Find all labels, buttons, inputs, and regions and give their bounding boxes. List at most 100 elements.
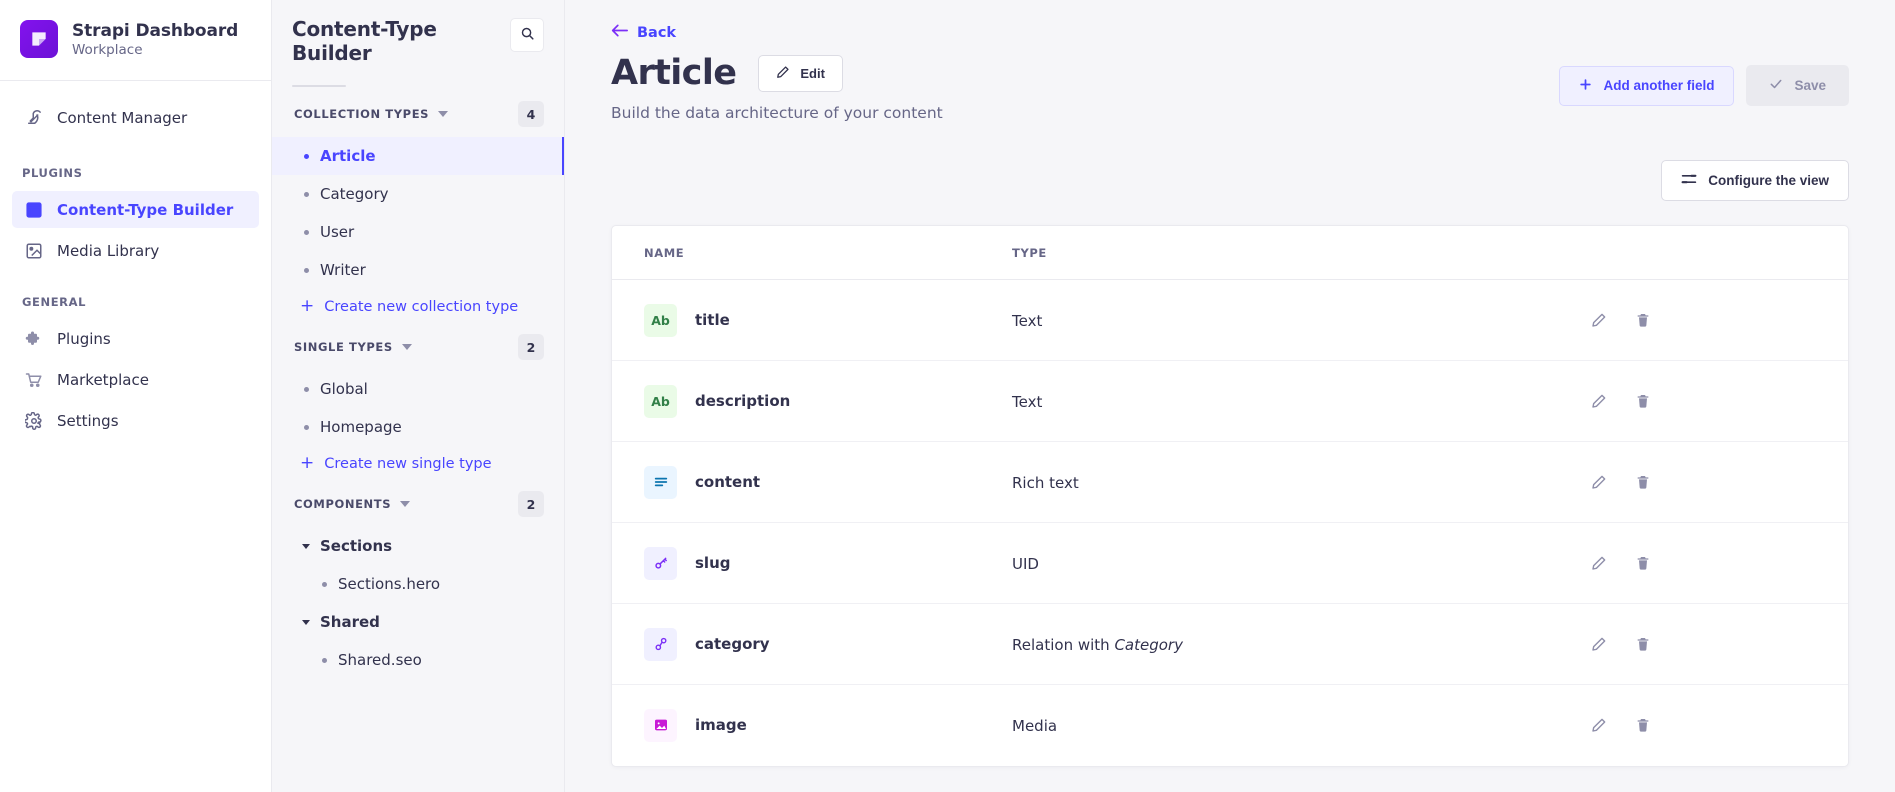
sidebar-item-media-library[interactable]: Media Library bbox=[12, 232, 259, 269]
nav-scroll: Content Manager PLUGINS Content-Type Bui… bbox=[0, 81, 271, 792]
table-row[interactable]: category Relation with Category bbox=[612, 603, 1848, 685]
subnav-header: Content-Type Builder bbox=[272, 0, 564, 91]
page-subtitle: Build the data architecture of your cont… bbox=[611, 104, 943, 122]
delete-field-button[interactable] bbox=[1634, 392, 1652, 410]
brand-title: Strapi Dashboard bbox=[72, 20, 239, 41]
table-head: NAME TYPE bbox=[612, 226, 1848, 280]
bullet-icon bbox=[304, 229, 309, 235]
table-body: Ab title Text Ab description Text content Rich … bbox=[612, 279, 1848, 766]
table-row[interactable]: Ab description Text bbox=[612, 360, 1848, 442]
chevron-down-icon bbox=[401, 344, 412, 351]
nav-section-label-plugins: PLUGINS bbox=[22, 166, 83, 180]
single-type-global[interactable]: Global bbox=[272, 370, 564, 408]
edit-field-button[interactable] bbox=[1590, 311, 1608, 329]
component-group-sections[interactable]: Sections bbox=[272, 527, 564, 565]
strapi-logo-icon bbox=[20, 20, 58, 58]
sidebar-item-content-type-builder[interactable]: Content-Type Builder bbox=[12, 191, 259, 228]
bullet-icon bbox=[304, 267, 309, 273]
app-root: Strapi Dashboard Workplace Content Manag… bbox=[0, 0, 1895, 792]
divider bbox=[292, 85, 346, 88]
field-type-label: Media bbox=[1012, 716, 1058, 735]
group-title: COMPONENTS bbox=[294, 497, 392, 512]
create-new-single-type-link[interactable]: + Create new single type bbox=[272, 446, 564, 481]
edit-field-button[interactable] bbox=[1590, 392, 1608, 410]
cell-field-name: image bbox=[612, 685, 1012, 766]
save-label: Save bbox=[1794, 78, 1826, 93]
add-another-field-button[interactable]: Add another field bbox=[1559, 65, 1735, 106]
plus-icon bbox=[1579, 78, 1592, 94]
delete-field-button[interactable] bbox=[1634, 716, 1652, 734]
component-sections-hero[interactable]: Sections.hero bbox=[272, 565, 564, 603]
sidebar-item-label: Settings bbox=[57, 411, 119, 430]
cell-row-actions bbox=[1572, 603, 1848, 685]
delete-field-button[interactable] bbox=[1634, 554, 1652, 572]
sidebar-item-settings[interactable]: Settings bbox=[12, 402, 259, 439]
configure-row: Configure the view bbox=[565, 122, 1895, 201]
chevron-down-icon bbox=[302, 543, 310, 549]
table-row[interactable]: slug UID bbox=[612, 522, 1848, 604]
bullet-icon bbox=[322, 581, 327, 587]
group-components[interactable]: COMPONENTS 2 bbox=[272, 481, 564, 527]
back-label: Back bbox=[637, 24, 677, 41]
chevron-down-icon bbox=[302, 619, 310, 625]
save-button[interactable]: Save bbox=[1746, 65, 1849, 106]
puzzle-icon bbox=[24, 329, 43, 348]
cell-field-name: Ab title bbox=[612, 279, 1012, 361]
field-type-icon-uid bbox=[644, 546, 677, 580]
cell-field-type: UID bbox=[1012, 522, 1572, 604]
table-row[interactable]: Ab title Text bbox=[612, 279, 1848, 361]
field-name-label: category bbox=[695, 635, 770, 653]
create-new-collection-type-link[interactable]: + Create new collection type bbox=[272, 289, 564, 324]
edit-field-button[interactable] bbox=[1590, 473, 1608, 491]
collection-type-label: Article bbox=[320, 147, 376, 166]
bullet-icon bbox=[304, 386, 309, 392]
collection-type-user[interactable]: User bbox=[272, 213, 564, 251]
sidebar-item-content-manager[interactable]: Content Manager bbox=[12, 99, 259, 136]
collection-type-writer[interactable]: Writer bbox=[272, 251, 564, 289]
nav-group-general: GENERAL Plugins Marketplace Settings bbox=[0, 295, 271, 439]
field-name-label: description bbox=[695, 392, 791, 410]
content-type-builder-subnav: Content-Type Builder COLLECTION TYPES 4 bbox=[272, 0, 565, 792]
component-shared-seo[interactable]: Shared.seo bbox=[272, 641, 564, 679]
sidebar-item-label: Media Library bbox=[57, 241, 160, 260]
delete-field-button[interactable] bbox=[1634, 635, 1652, 653]
layout-icon bbox=[24, 200, 43, 219]
sidebar-item-plugins[interactable]: Plugins bbox=[12, 320, 259, 357]
table-row[interactable]: image Media bbox=[612, 685, 1848, 766]
group-single-types[interactable]: SINGLE TYPES 2 bbox=[272, 324, 564, 370]
cell-row-actions bbox=[1572, 279, 1848, 361]
brand-header[interactable]: Strapi Dashboard Workplace bbox=[0, 0, 271, 81]
cell-field-name: category bbox=[612, 603, 1012, 685]
title-row: Article Edit Build the data architecture… bbox=[611, 55, 1849, 122]
component-group-shared[interactable]: Shared bbox=[272, 603, 564, 641]
back-link[interactable]: Back bbox=[611, 24, 676, 41]
count-badge: 2 bbox=[518, 491, 544, 518]
create-link-label: Create new single type bbox=[324, 455, 492, 472]
edit-field-button[interactable] bbox=[1590, 554, 1608, 572]
group-collection-types[interactable]: COLLECTION TYPES 4 bbox=[272, 91, 564, 137]
cell-field-type: Rich text bbox=[1012, 441, 1572, 523]
field-type-icon-media bbox=[644, 708, 677, 742]
edit-field-button[interactable] bbox=[1590, 635, 1608, 653]
nav-group-plugins: PLUGINS Content-Type Builder Media Libra… bbox=[0, 166, 271, 269]
field-type-label: Relation with Category bbox=[1012, 635, 1183, 654]
cell-row-actions bbox=[1572, 441, 1848, 523]
field-name-label: content bbox=[695, 473, 761, 491]
search-button[interactable] bbox=[510, 18, 544, 52]
single-type-homepage[interactable]: Homepage bbox=[272, 408, 564, 446]
delete-field-button[interactable] bbox=[1634, 311, 1652, 329]
delete-field-button[interactable] bbox=[1634, 473, 1652, 491]
edit-field-button[interactable] bbox=[1590, 716, 1608, 734]
collection-type-article[interactable]: Article bbox=[272, 137, 564, 176]
edit-button[interactable]: Edit bbox=[758, 55, 843, 92]
sidebar-item-label: Content Manager bbox=[57, 108, 188, 127]
image-icon bbox=[24, 241, 43, 260]
cell-field-name: slug bbox=[612, 522, 1012, 604]
configure-the-view-button[interactable]: Configure the view bbox=[1661, 160, 1849, 201]
table-row[interactable]: content Rich text bbox=[612, 441, 1848, 523]
collection-type-category[interactable]: Category bbox=[272, 175, 564, 213]
field-type-relation-target: Category bbox=[1114, 635, 1183, 654]
cell-field-name: Ab description bbox=[612, 360, 1012, 442]
field-type-icon-text: Ab bbox=[644, 384, 677, 418]
sidebar-item-marketplace[interactable]: Marketplace bbox=[12, 361, 259, 398]
